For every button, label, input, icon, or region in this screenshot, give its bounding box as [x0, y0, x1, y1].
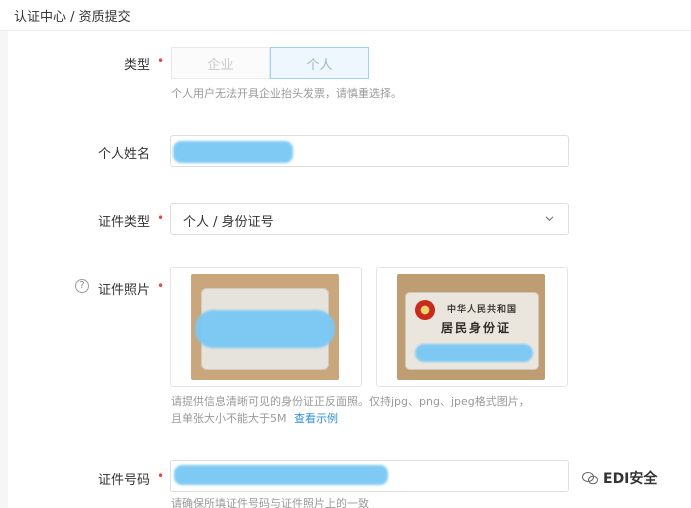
name-input[interactable]	[170, 135, 569, 167]
help-icon[interactable]: ?	[75, 279, 89, 293]
doc-number-hint: 请确保所填证件号码与证件照片上的一致	[171, 497, 369, 508]
type-segmented-control: 企业 个人	[171, 47, 369, 79]
required-mark: •	[157, 54, 165, 68]
doc-photo-hint-line2: 且单张大小不能大于5M 查看示例	[171, 409, 338, 428]
id-front-upload[interactable]	[170, 267, 362, 387]
doc-number-label: 证件号码	[97, 473, 150, 488]
watermark-text: EDI安全	[603, 471, 658, 487]
national-emblem-icon	[415, 300, 435, 320]
card-title-line2: 居民身份证	[441, 321, 512, 335]
redaction-mark	[195, 310, 335, 348]
required-mark: •	[157, 211, 165, 225]
doc-number-input[interactable]	[170, 460, 569, 492]
breadcrumb: 认证中心 / 资质提交	[14, 10, 131, 25]
watermark: EDI安全	[582, 468, 657, 488]
card-title-line1: 中华人民共和国	[447, 305, 518, 315]
doc-type-value: 个人 / 身份证号	[183, 215, 274, 230]
type-option-personal[interactable]: 个人	[270, 47, 369, 79]
id-back-upload[interactable]: 中华人民共和国 居民身份证	[376, 267, 568, 387]
id-card-back: 中华人民共和国 居民身份证	[405, 292, 539, 370]
doc-photo-label: 证件照片	[97, 283, 150, 298]
required-mark: •	[157, 469, 165, 483]
redaction-mark	[173, 141, 293, 163]
redaction-mark	[174, 465, 388, 485]
doc-type-label: 证件类型	[97, 215, 150, 230]
chat-bubble-icon	[582, 472, 598, 485]
name-label: 个人姓名	[97, 147, 150, 162]
doc-photo-hint-text: 且单张大小不能大于5M	[171, 412, 287, 425]
id-back-photo: 中华人民共和国 居民身份证	[397, 274, 545, 380]
view-example-link[interactable]: 查看示例	[294, 412, 338, 425]
doc-type-select[interactable]: 个人 / 身份证号	[170, 203, 569, 235]
id-front-photo	[191, 274, 339, 380]
type-label: 类型	[123, 58, 150, 73]
type-option-enterprise[interactable]: 企业	[171, 47, 270, 79]
redaction-mark	[415, 344, 533, 362]
required-mark: •	[157, 279, 165, 293]
chevron-down-icon	[545, 216, 554, 222]
type-hint: 个人用户无法开具企业抬头发票，请慎重选择。	[171, 87, 402, 100]
